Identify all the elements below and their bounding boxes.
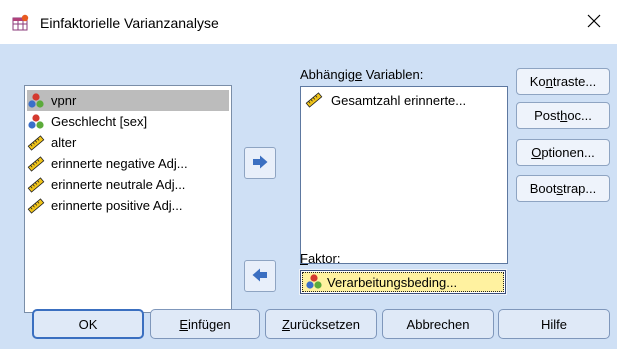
nominal-variable-icon <box>27 92 45 110</box>
factor-value: Verarbeitungsbeding... <box>327 274 458 290</box>
list-item-label: Gesamtzahl erinnerte... <box>331 92 467 108</box>
scale-variable-icon <box>27 134 45 152</box>
scale-variable-icon <box>305 91 323 109</box>
posthoc-button[interactable]: Post h oc... <box>516 102 610 129</box>
list-item-label: erinnerte positive Adj... <box>51 198 183 213</box>
scale-variable-icon <box>27 197 45 215</box>
reset-button[interactable]: Zurücksetzen <box>265 309 377 339</box>
ok-button[interactable]: OK <box>32 309 144 339</box>
dialog-window: Einfaktorielle Varianzanalyse vpnr Gesch… <box>0 0 617 349</box>
contrasts-button[interactable]: Ko n traste... <box>516 68 610 95</box>
close-icon <box>587 14 601 31</box>
nominal-variable-icon <box>27 113 45 131</box>
dialog-body: vpnr Geschlecht [sex] alter erinnerte ne… <box>0 44 617 349</box>
list-item-label: vpnr <box>51 93 77 108</box>
list-item[interactable]: vpnr <box>27 90 229 111</box>
factor-value-item[interactable]: Verarbeitungsbeding... <box>302 272 504 292</box>
anova-dialog-icon <box>12 14 30 32</box>
arrow-left-icon <box>251 268 269 285</box>
dialog-title: Einfaktorielle Varianzanalyse <box>40 15 219 31</box>
help-button[interactable]: Hilfe <box>498 309 610 339</box>
move-to-dependent-button[interactable] <box>244 147 276 179</box>
paste-button[interactable]: Einfügen <box>150 309 260 339</box>
nominal-variable-icon <box>305 273 323 291</box>
list-item-label: erinnerte negative Adj... <box>51 156 188 171</box>
dependent-variable-list[interactable]: Gesamtzahl erinnerte... <box>300 86 508 264</box>
list-item[interactable]: erinnerte neutrale Adj... <box>27 174 187 195</box>
list-item-label: Geschlecht [sex] <box>51 114 148 129</box>
source-variable-list[interactable]: vpnr Geschlecht [sex] alter erinnerte ne… <box>24 85 232 313</box>
dependent-variables-label: Abhängige Variablen: <box>300 67 424 82</box>
arrow-right-icon <box>251 155 269 172</box>
close-button[interactable] <box>571 0 617 44</box>
title-bar[interactable]: Einfaktorielle Varianzanalyse <box>0 0 617 44</box>
scale-variable-icon <box>27 176 45 194</box>
move-to-factor-button[interactable] <box>244 260 276 292</box>
scale-variable-icon <box>27 155 45 173</box>
options-button[interactable]: Optionen... <box>516 139 610 166</box>
list-item[interactable]: erinnerte positive Adj... <box>27 195 185 216</box>
list-item[interactable]: erinnerte negative Adj... <box>27 153 190 174</box>
list-item-label: erinnerte neutrale Adj... <box>51 177 186 192</box>
list-item-label: alter <box>51 135 77 150</box>
list-item[interactable]: alter <box>27 132 78 153</box>
bootstrap-button[interactable]: Boot s trap... <box>516 175 610 202</box>
factor-field[interactable]: Verarbeitungsbeding... <box>299 269 507 295</box>
list-item[interactable]: Gesamtzahl erinnerte... <box>305 91 466 109</box>
cancel-button[interactable]: Abbrechen <box>382 309 494 339</box>
factor-label: Faktor: <box>300 251 341 266</box>
list-item[interactable]: Geschlecht [sex] <box>27 111 149 132</box>
